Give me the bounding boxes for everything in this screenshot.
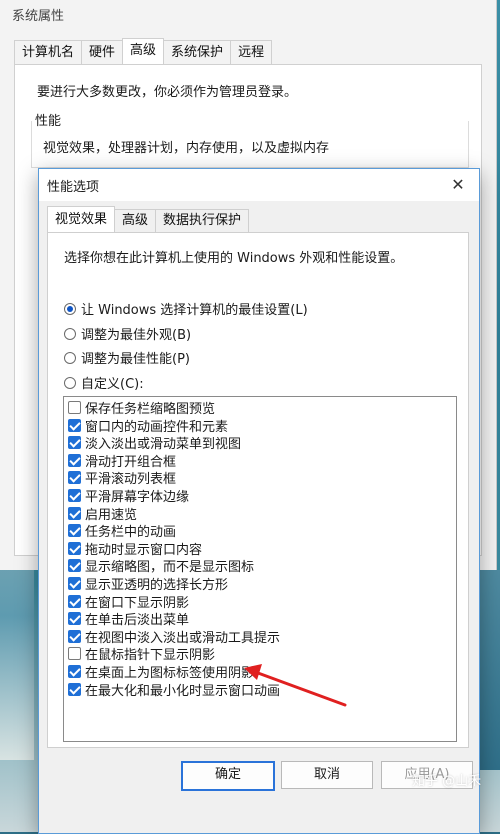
radio-label: 让 Windows 选择计算机的最佳设置(L)	[81, 303, 308, 318]
checkbox-label: 淡入淡出或滑动菜单到视图	[85, 437, 242, 453]
sys-performance-description: 视觉效果，处理器计划，内存使用，以及虚拟内存	[43, 141, 330, 156]
checkbox-label: 平滑滚动列表框	[85, 472, 177, 488]
cancel-button[interactable]: 取消	[281, 761, 373, 789]
checkbox[interactable]	[68, 489, 81, 502]
list-item[interactable]: 在桌面上为图标标签使用阴影	[68, 663, 255, 681]
checkbox-label: 平滑屏幕字体边缘	[85, 490, 190, 505]
radio-indicator[interactable]	[64, 351, 76, 364]
checkbox[interactable]	[68, 453, 81, 467]
tab-advanced[interactable]: 高级	[114, 209, 157, 232]
radio-label: 调整为最佳外观(B)	[81, 328, 192, 343]
list-item[interactable]: 滑动打开组合框	[68, 452, 177, 470]
ok-button[interactable]: 确定	[181, 761, 275, 791]
list-item[interactable]: 在窗口下显示阴影	[68, 593, 190, 611]
checkbox[interactable]	[68, 665, 81, 678]
checkbox[interactable]	[68, 612, 81, 626]
list-item[interactable]: 显示亚透明的选择长方形	[68, 575, 229, 593]
sys-admin-note: 要进行大多数更改，你必须作为管理员登录。	[37, 85, 298, 100]
checkbox[interactable]	[68, 647, 81, 661]
checkbox[interactable]	[68, 418, 81, 432]
checkbox[interactable]	[68, 506, 81, 520]
tab-visual-effects[interactable]: 视觉效果	[47, 206, 116, 232]
visual-effects-intro: 选择你想在此计算机上使用的 Windows 外观和性能设置。	[64, 251, 404, 266]
radio-label: 自定义(C):	[81, 377, 144, 392]
checkbox-label: 任务栏中的动画	[85, 525, 177, 541]
radio-indicator[interactable]	[64, 327, 76, 340]
list-item[interactable]: 任务栏中的动画	[68, 522, 177, 541]
close-icon[interactable]: ✕	[445, 173, 471, 197]
list-item[interactable]: 保存任务栏缩略图预览	[68, 399, 216, 417]
checkbox[interactable]	[68, 594, 81, 608]
checkbox[interactable]	[68, 559, 81, 573]
checkbox[interactable]	[68, 577, 81, 590]
radio-best-appearance[interactable]: 调整为最佳外观(B)	[64, 324, 191, 343]
checkbox-label: 拖动时显示窗口内容	[85, 542, 203, 558]
visual-effects-list[interactable]: 保存任务栏缩略图预览 窗口内的动画控件和元素 淡入淡出或滑动菜单到视图 滑动打开…	[63, 396, 457, 742]
tab-data-execution-prevention[interactable]: 数据执行保护	[155, 209, 250, 232]
checkbox[interactable]	[68, 682, 81, 696]
list-item[interactable]: 淡入淡出或滑动菜单到视图	[68, 434, 242, 453]
visual-effects-panel: 选择你想在此计算机上使用的 Windows 外观和性能设置。 让 Windows…	[47, 232, 469, 748]
checkbox-label: 在桌面上为图标标签使用阴影	[85, 666, 255, 681]
sys-tab-remote[interactable]: 远程	[230, 40, 273, 65]
list-item[interactable]: 平滑屏幕字体边缘	[68, 487, 190, 505]
list-item[interactable]: 在最大化和最小化时显示窗口动画	[68, 681, 281, 699]
sys-window-title: 系统属性	[0, 0, 496, 34]
sys-tab-hardware[interactable]: 硬件	[81, 40, 124, 65]
checkbox[interactable]	[68, 471, 81, 485]
sys-tab-computer-name[interactable]: 计算机名	[14, 40, 83, 65]
checkbox[interactable]	[68, 401, 81, 414]
sys-tab-strip: 计算机名 硬件 高级 系统保护 远程	[14, 38, 273, 65]
list-item[interactable]: 在单击后淡出菜单	[68, 610, 190, 629]
list-item[interactable]: 拖动时显示窗口内容	[68, 540, 203, 558]
checkbox[interactable]	[68, 541, 81, 555]
sys-tab-system-protection[interactable]: 系统保护	[163, 40, 232, 65]
radio-let-windows-choose[interactable]: 让 Windows 选择计算机的最佳设置(L)	[64, 299, 308, 318]
checkbox-label: 显示亚透明的选择长方形	[85, 578, 229, 593]
dialog-tab-strip: 视觉效果 高级 数据执行保护	[47, 206, 250, 232]
checkbox-label: 保存任务栏缩略图预览	[85, 402, 216, 417]
list-item[interactable]: 在鼠标指针下显示阴影	[68, 645, 216, 664]
dialog-titlebar: 性能选项 ✕	[39, 169, 479, 201]
watermark: 知乎 @山禾	[412, 774, 482, 789]
checkbox-label: 在视图中淡入淡出或滑动工具提示	[85, 630, 281, 646]
checkbox-label: 在窗口下显示阴影	[85, 595, 190, 611]
checkbox[interactable]	[68, 629, 81, 643]
radio-best-performance[interactable]: 调整为最佳性能(P)	[64, 348, 190, 367]
list-item[interactable]: 显示缩略图，而不是显示图标	[68, 557, 255, 576]
checkbox-label: 滑动打开组合框	[85, 454, 177, 470]
list-item[interactable]: 平滑滚动列表框	[68, 469, 177, 488]
radio-indicator[interactable]	[64, 376, 76, 389]
checkbox-label: 启用速览	[85, 507, 138, 523]
radio-indicator[interactable]	[64, 302, 76, 315]
checkbox-label: 在鼠标指针下显示阴影	[85, 648, 216, 664]
list-item[interactable]: 在视图中淡入淡出或滑动工具提示	[68, 628, 281, 646]
radio-custom[interactable]: 自定义(C):	[64, 373, 144, 392]
radio-label: 调整为最佳性能(P)	[81, 352, 190, 367]
sys-tab-advanced[interactable]: 高级	[122, 38, 165, 65]
checkbox-label: 窗口内的动画控件和元素	[85, 419, 229, 435]
checkbox[interactable]	[68, 436, 81, 450]
checkbox-label: 在最大化和最小化时显示窗口动画	[85, 683, 281, 699]
performance-options-dialog: 性能选项 ✕ 视觉效果 高级 数据执行保护 选择你想在此计算机上使用的 Wind…	[38, 168, 480, 834]
checkbox-label: 在单击后淡出菜单	[85, 613, 190, 629]
checkbox-label: 显示缩略图，而不是显示图标	[85, 560, 255, 576]
sys-performance-title: 性能	[35, 114, 62, 129]
dialog-title: 性能选项	[47, 180, 100, 195]
list-item[interactable]: 启用速览	[68, 505, 138, 523]
list-item[interactable]: 窗口内的动画控件和元素	[68, 417, 229, 435]
checkbox[interactable]	[68, 524, 81, 538]
